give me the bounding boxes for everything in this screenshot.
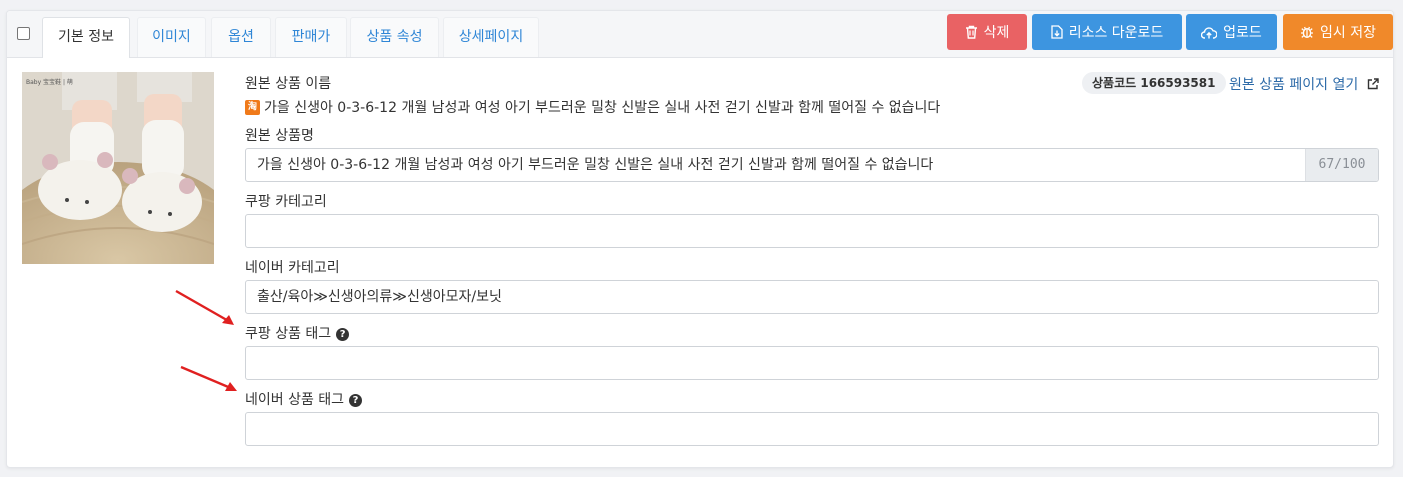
cloud-upload-icon: [1201, 26, 1218, 39]
product-name-value: 가을 신생아 0-3-6-12 개월 남성과 여성 아기 부드러운 밀창 신발은…: [257, 157, 934, 173]
naver-category-input[interactable]: 출산/육아≫신생아의류≫신생아모자/보닛: [245, 280, 1379, 314]
coupang-tags-label-row: 쿠팡 상품 태그?: [245, 323, 350, 343]
product-thumbnail: Baby 宝宝鞋 | 萌: [22, 72, 214, 264]
external-link-icon: [1367, 78, 1379, 90]
product-name-label: 원본 상품명: [245, 128, 314, 144]
product-code-badge: 상품코드 166593581: [1082, 72, 1226, 94]
tab-images[interactable]: 이미지: [137, 17, 206, 57]
original-name-label: 원본 상품 이름: [245, 76, 332, 92]
file-download-icon: [1051, 25, 1063, 39]
red-arrow-annotation: [175, 289, 234, 325]
red-arrow-annotation: [180, 365, 237, 391]
delete-button[interactable]: 삭제: [947, 14, 1027, 50]
taobao-icon: 淘: [245, 99, 260, 115]
tab-detail-page[interactable]: 상세페이지: [443, 17, 539, 57]
select-checkbox[interactable]: [17, 27, 30, 40]
help-icon[interactable]: ?: [349, 394, 363, 407]
coupang-tags-label: 쿠팡 상품 태그: [245, 326, 332, 342]
trash-icon: [965, 25, 977, 39]
coupang-tags-input[interactable]: [245, 346, 1379, 380]
original-name-text: 가을 신생아 0-3-6-12 개월 남성과 여성 아기 부드러운 밀창 신발은…: [264, 100, 941, 116]
naver-tags-label: 네이버 상품 태그: [245, 392, 345, 408]
original-name-row: 淘 가을 신생아 0-3-6-12 개월 남성과 여성 아기 부드러운 밀창 신…: [245, 97, 940, 117]
upload-button[interactable]: 업로드: [1186, 14, 1277, 50]
help-icon[interactable]: ?: [336, 328, 350, 341]
naver-tags-input[interactable]: [245, 412, 1379, 446]
delete-label: 삭제: [983, 25, 1010, 41]
coupang-category-label: 쿠팡 카테고리: [245, 194, 327, 210]
tab-attributes[interactable]: 상품 속성: [350, 17, 439, 57]
char-counter: 67/100: [1305, 149, 1378, 181]
product-name-input[interactable]: 가을 신생아 0-3-6-12 개월 남성과 여성 아기 부드러운 밀창 신발은…: [245, 148, 1379, 182]
tab-basic-info[interactable]: 기본 정보: [42, 17, 130, 58]
resource-download-button[interactable]: 리소스 다운로드: [1032, 14, 1182, 50]
tab-price[interactable]: 판매가: [275, 17, 347, 57]
image-caption: Baby 宝宝鞋 | 萌: [26, 78, 73, 86]
open-source-link-label: 원본 상품 페이지 열기: [1229, 77, 1359, 93]
product-edit-card: 기본 정보 이미지 옵션 판매가 상품 속성 상세페이지 삭제 리소스 다운로드: [6, 10, 1394, 468]
naver-tags-label-row: 네이버 상품 태그?: [245, 389, 363, 409]
open-source-link[interactable]: 원본 상품 페이지 열기: [1229, 74, 1379, 94]
temp-save-button[interactable]: 임시 저장: [1283, 14, 1393, 50]
product-photo: Baby 宝宝鞋 | 萌: [22, 72, 214, 264]
coupang-category-input[interactable]: [245, 214, 1379, 248]
upload-label: 업로드: [1223, 25, 1262, 41]
resource-download-label: 리소스 다운로드: [1068, 25, 1164, 41]
tab-options[interactable]: 옵션: [211, 17, 271, 57]
tab-bar: 기본 정보 이미지 옵션 판매가 상품 속성 상세페이지 삭제 리소스 다운로드: [7, 11, 1393, 58]
naver-category-label: 네이버 카테고리: [245, 260, 340, 276]
temp-save-label: 임시 저장: [1320, 25, 1376, 41]
bug-icon: [1301, 26, 1313, 39]
